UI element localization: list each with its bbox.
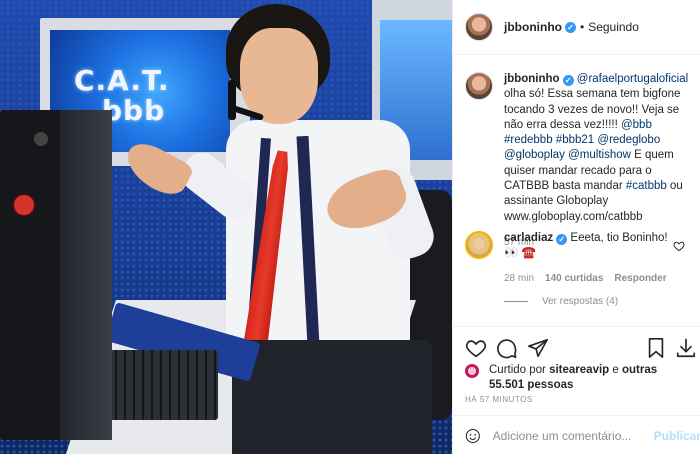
likes-middle: e xyxy=(609,364,622,376)
header-separator: • xyxy=(579,20,585,34)
share-icon[interactable] xyxy=(527,337,549,359)
hashtag-link[interactable]: #bbb21 xyxy=(556,134,594,146)
follow-status[interactable]: Seguindo xyxy=(588,20,639,34)
add-comment-bar: Publicar xyxy=(453,415,700,454)
author-avatar[interactable] xyxy=(465,13,493,41)
post-actions: Curtido por siteareavip e outras 55.501 … xyxy=(453,326,700,454)
hashtag-link[interactable]: #redebbb xyxy=(504,134,553,146)
comment-meta: 28 min 140 curtidas Responder xyxy=(504,271,672,286)
likes-prefix: Curtido por xyxy=(489,364,550,376)
face xyxy=(240,28,318,124)
action-icons xyxy=(465,337,696,361)
caption: jbboninho ✓ @rafaelportugaloficial olha s… xyxy=(465,72,695,250)
commenter-username[interactable]: carladiaz xyxy=(504,232,553,244)
caption-body: jbboninho ✓ @rafaelportugaloficial olha s… xyxy=(504,72,694,250)
verified-icon: ✓ xyxy=(564,21,576,33)
bookmark-icon[interactable] xyxy=(645,337,667,359)
verified-icon: ✓ xyxy=(562,75,574,86)
liker-avatar[interactable] xyxy=(465,364,479,378)
publish-button[interactable]: Publicar xyxy=(654,429,700,443)
monitor-red-light xyxy=(14,195,34,215)
post-photo[interactable]: C.A.T. bbb xyxy=(0,0,452,454)
comment-like-icon[interactable] xyxy=(673,240,685,252)
liker-username[interactable]: siteareavip xyxy=(549,364,609,376)
hashtag-link[interactable]: #catbbb xyxy=(626,180,667,192)
likes-summary: Curtido por siteareavip e outras 55.501 … xyxy=(465,363,695,392)
pants xyxy=(232,340,432,454)
post-header: jbboninho ✓ • Seguindo xyxy=(453,0,700,55)
comment-likes[interactable]: 140 curtidas xyxy=(545,271,603,286)
comment-item: carladiaz ✓ Eeeta, tio Boninho! 👀 ☎️ 28 m… xyxy=(465,231,695,286)
tag-link[interactable]: @bbb xyxy=(621,119,652,131)
emoji-icon[interactable] xyxy=(465,426,481,446)
post-time[interactable]: HÁ 57 MINUTOS xyxy=(465,395,533,404)
view-replies-label[interactable]: Ver respostas (4) xyxy=(542,296,618,307)
comment-icon[interactable] xyxy=(496,337,518,359)
author-username[interactable]: jbboninho xyxy=(504,20,562,34)
view-replies[interactable]: Ver respostas (4) xyxy=(504,296,618,307)
caption-text: olha só! Essa semana tem bigfone tocando… xyxy=(504,88,681,131)
commenter-avatar[interactable] xyxy=(465,231,493,259)
reply-button[interactable]: Responder xyxy=(614,271,666,286)
monitor-edge xyxy=(60,110,112,440)
comment-input[interactable] xyxy=(492,428,645,443)
replies-line xyxy=(504,301,528,302)
comment-time[interactable]: 28 min xyxy=(504,271,534,286)
left-hand xyxy=(118,136,196,202)
keyboard xyxy=(108,350,218,420)
tag-link[interactable]: @multishow xyxy=(568,149,631,161)
download-icon[interactable] xyxy=(675,337,697,359)
tag-link[interactable]: @globoplay xyxy=(504,149,565,161)
tag-link[interactable]: @redeglobo xyxy=(597,134,660,146)
monitor-webcam xyxy=(34,132,48,146)
likes-text: Curtido por siteareavip e outras 55.501 … xyxy=(489,363,695,392)
headset xyxy=(228,80,236,120)
caption-avatar[interactable] xyxy=(465,72,493,100)
caption-username[interactable]: jbboninho xyxy=(504,73,560,85)
mention-link[interactable]: @rafaelportugaloficial xyxy=(577,73,688,85)
heart-icon[interactable] xyxy=(465,337,487,359)
comment-body: carladiaz ✓ Eeeta, tio Boninho! 👀 ☎️ 28 m… xyxy=(504,231,672,286)
verified-icon: ✓ xyxy=(556,234,568,245)
post-sidebar: jbboninho ✓ • Seguindo jbboninho ✓ @rafae… xyxy=(452,0,700,454)
